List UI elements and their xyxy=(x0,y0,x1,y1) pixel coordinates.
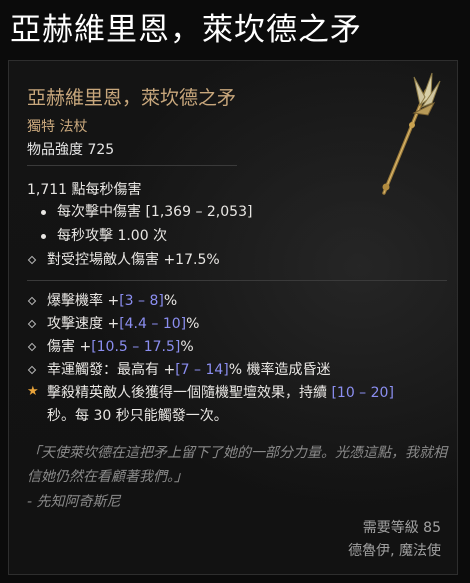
affix-lucky-hit: 幸運觸發：最高有 +[7 – 14]% 機率造成昏迷 xyxy=(47,362,331,378)
class-requirement: 德魯伊, 魔法使 xyxy=(348,543,441,559)
divider xyxy=(27,280,447,281)
flavor-text: 「天使萊坎德在這把矛上留下了她的一部分力量。光憑這點，我就相信她仍然在看顧著我們… xyxy=(27,445,447,485)
damage-per-hit: 每次擊中傷害 [1,369 – 2,053] xyxy=(57,204,253,220)
flavor-attribution: - 先知阿奇斯尼 xyxy=(27,494,121,510)
unique-power: 擊殺精英敵人後獲得一個隨機聖壇效果，持續 [10 – 20] xyxy=(47,385,394,401)
bullet-dot-icon xyxy=(41,210,46,215)
required-level: 需要等級 85 xyxy=(362,520,441,536)
diamond-bullet-icon xyxy=(27,319,37,329)
affix-damage: 傷害 +[10.5 – 17.5]% xyxy=(47,339,194,355)
dps-value: 1,711 點每秒傷害 xyxy=(27,182,142,198)
bullet-dot-icon xyxy=(41,234,46,239)
implicit-affix: 對受控場敵人傷害 +17.5% xyxy=(47,252,220,268)
item-name: 亞赫維里恩，萊坎德之矛 xyxy=(27,87,237,109)
divider xyxy=(27,165,237,166)
diamond-bullet-icon xyxy=(27,365,37,375)
diamond-bullet-icon xyxy=(27,255,37,265)
unique-power-cont: 秒。每 30 秒只能觸發一次。 xyxy=(47,408,228,424)
affix-attack-speed: 攻擊速度 +[4.4 – 10]% xyxy=(47,316,200,332)
item-type: 獨特 法杖 xyxy=(27,119,88,135)
diamond-bullet-icon xyxy=(27,296,37,306)
attacks-per-second: 每秒攻擊 1.00 次 xyxy=(57,228,168,244)
window-title: 亞赫維里恩，萊坎德之矛 xyxy=(10,12,362,48)
star-icon: ★ xyxy=(27,384,39,399)
diamond-bullet-icon xyxy=(27,342,37,352)
spear-weapon-icon xyxy=(382,72,441,195)
item-tooltip: 亞赫維里恩，萊坎德之矛 獨特 法杖 物品強度 725 1,711 點每秒傷害 每… xyxy=(8,60,458,575)
affix-crit-chance: 爆擊機率 +[3 – 8]% xyxy=(47,293,178,309)
item-power: 物品強度 725 xyxy=(27,142,115,158)
